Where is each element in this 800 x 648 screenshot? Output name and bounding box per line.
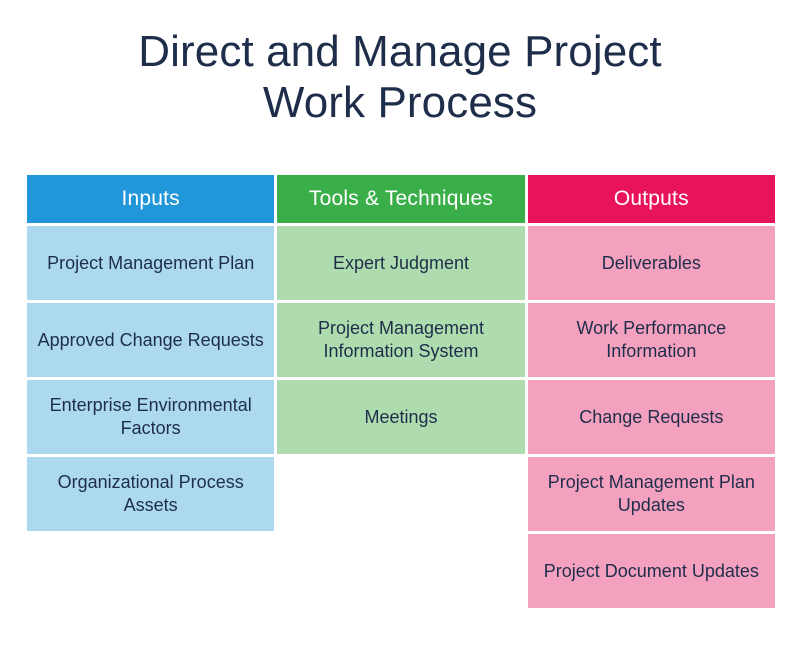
page-title-line-2: Work Process (262, 78, 538, 127)
table-cell: Organizational Process Assets (27, 457, 275, 531)
column-header-inputs: Inputs (27, 175, 275, 223)
column-header-outputs: Outputs (527, 175, 775, 223)
table-cell-empty (277, 534, 524, 608)
table-cell: Deliverables (527, 226, 775, 300)
table-cell: Expert Judgment (277, 226, 525, 300)
table-cell-empty (27, 534, 274, 608)
page-title: Direct and Manage Project Work Process (0, 26, 800, 128)
itto-diagram-page: Direct and Manage Project Work Process I… (0, 0, 800, 648)
table-cell: Project Management Plan Updates (527, 457, 775, 531)
table-cell: Project Management Information System (277, 303, 525, 377)
page-title-line-1: Direct and Manage Project (138, 27, 662, 76)
table-cell: Enterprise Environmental Factors (27, 380, 275, 454)
column-header-tools-and-techniques: Tools & Techniques (277, 175, 525, 223)
itto-table: Inputs Tools & Techniques Outputs Projec… (27, 175, 775, 608)
table-cell: Change Requests (527, 380, 775, 454)
table-cell: Work Performance Information (527, 303, 775, 377)
table-cell: Project Document Updates (527, 534, 775, 608)
table-cell: Approved Change Requests (27, 303, 275, 377)
table-cell: Meetings (277, 380, 525, 454)
table-cell-empty (277, 457, 524, 531)
table-cell: Project Management Plan (27, 226, 275, 300)
